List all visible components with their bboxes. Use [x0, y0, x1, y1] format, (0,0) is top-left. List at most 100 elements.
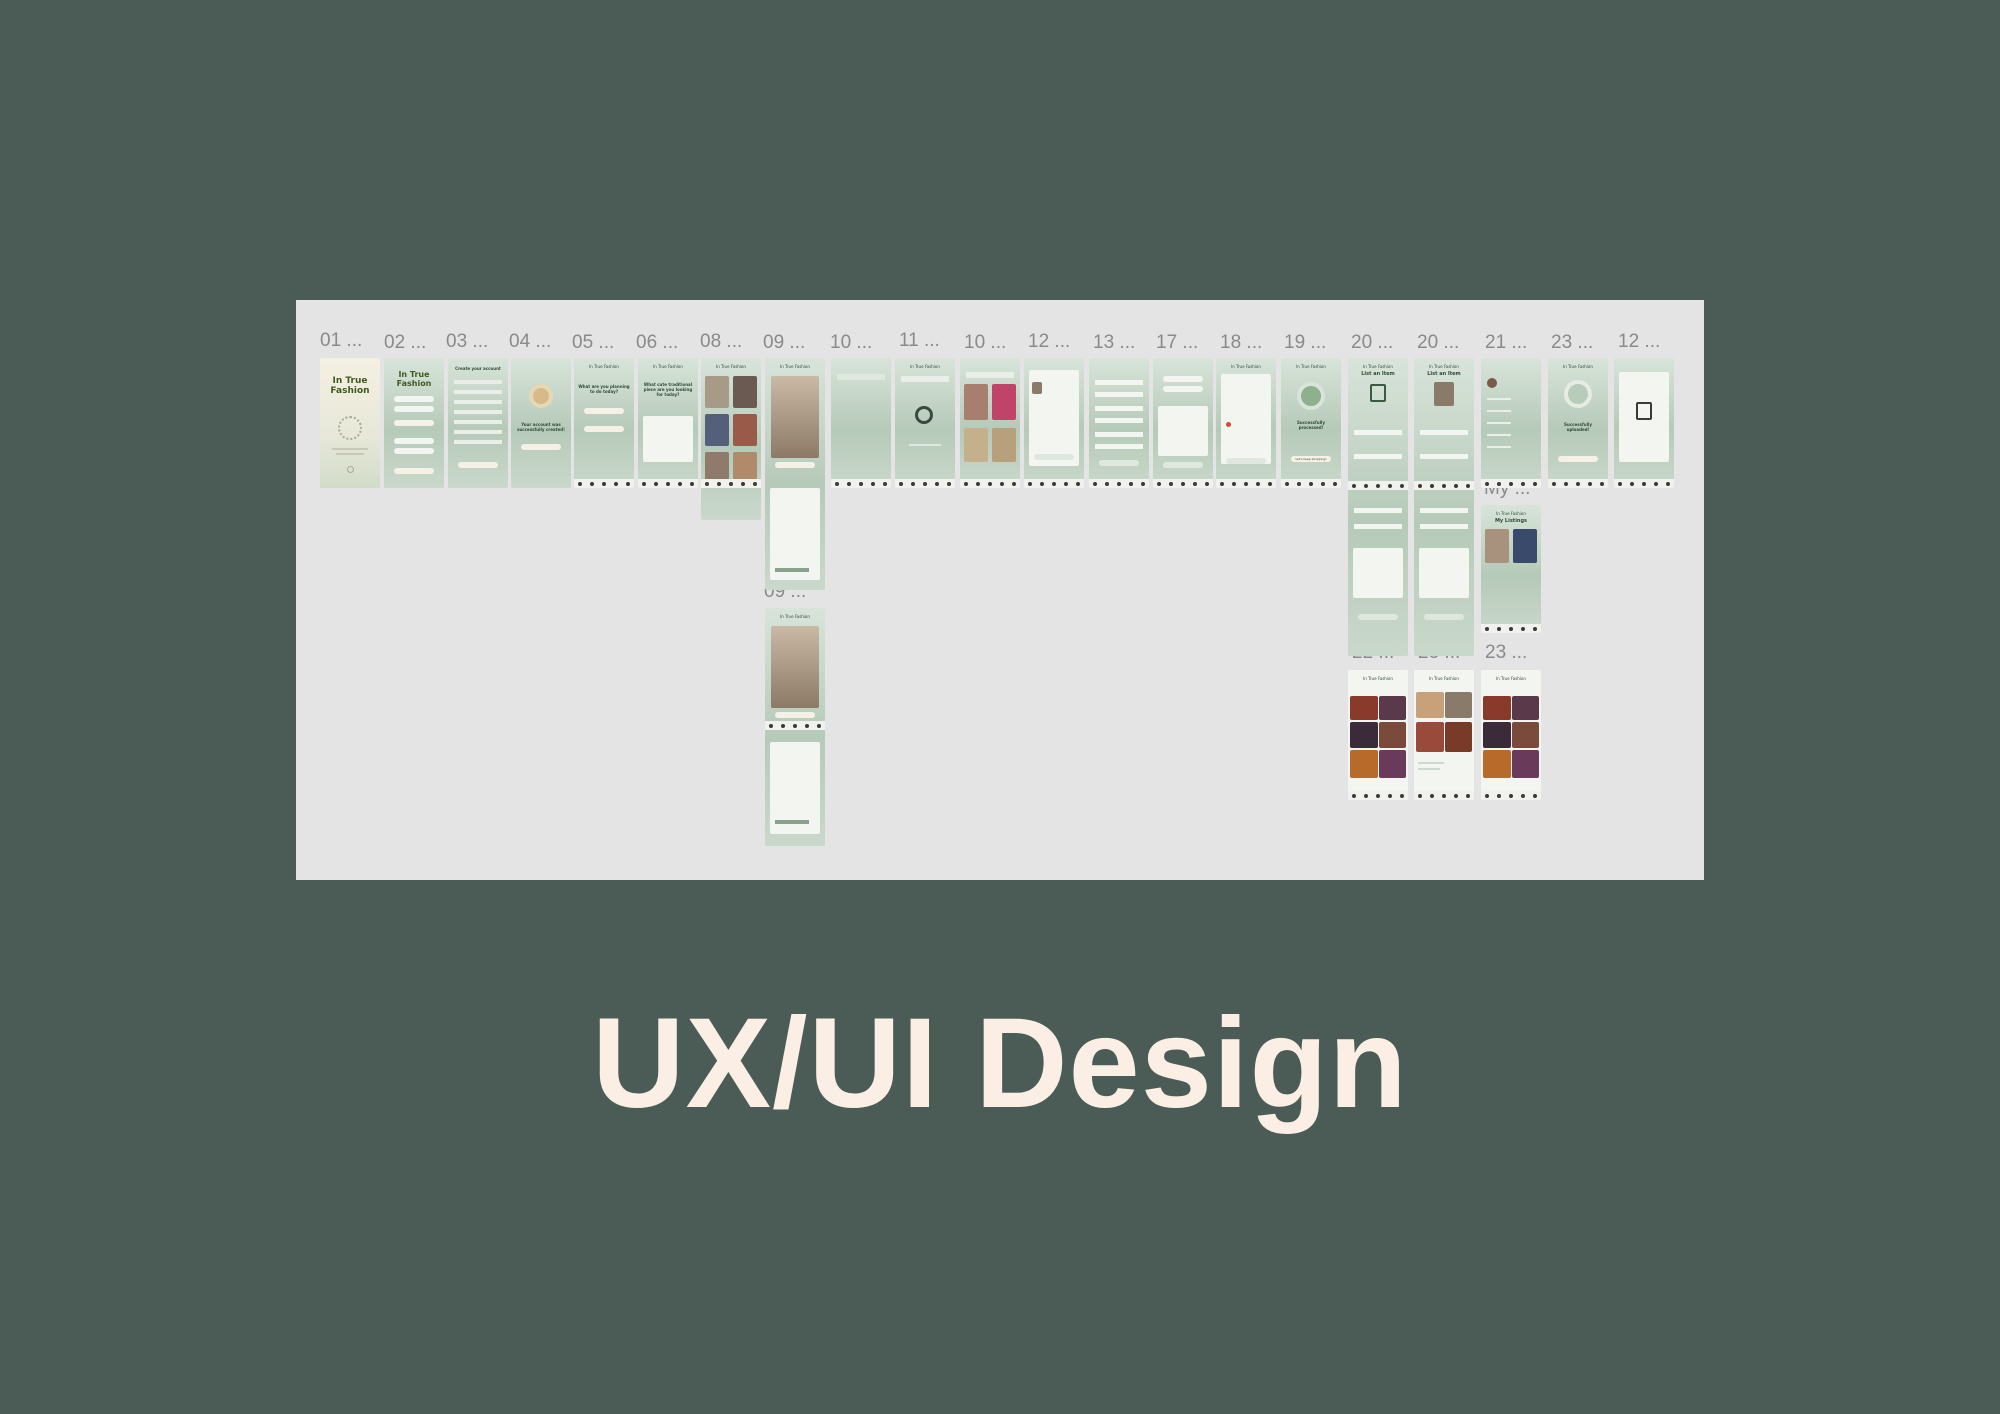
- product-image[interactable]: [733, 452, 757, 480]
- login-button[interactable]: [394, 420, 434, 426]
- gallery-image[interactable]: [1483, 750, 1511, 778]
- frame-upload-success[interactable]: In True Fashion Successfully uploaded!: [1548, 358, 1608, 488]
- frame-list-item-filled[interactable]: In True Fashion List an Item: [1414, 358, 1474, 656]
- product-image[interactable]: [992, 384, 1016, 420]
- google-button[interactable]: [394, 438, 434, 444]
- form-field[interactable]: [1354, 454, 1402, 459]
- form-field[interactable]: [454, 430, 502, 434]
- form-field[interactable]: [454, 410, 502, 414]
- menu-item[interactable]: [1487, 446, 1511, 448]
- gallery-image[interactable]: [1512, 722, 1539, 748]
- gallery-image[interactable]: [1379, 696, 1406, 720]
- frame-gallery-third[interactable]: In True Fashion: [1481, 670, 1541, 800]
- gallery-image[interactable]: [1416, 692, 1444, 718]
- sell-option-button[interactable]: [584, 426, 624, 432]
- form-field[interactable]: [1420, 454, 1468, 459]
- bottom-nav[interactable]: [1348, 481, 1408, 490]
- add-to-cart-button[interactable]: [775, 462, 815, 468]
- search-input[interactable]: [966, 372, 1014, 378]
- frame-my-listings[interactable]: In True Fashion My Listings: [1481, 505, 1541, 633]
- form-field[interactable]: [1354, 524, 1402, 529]
- upload-icon[interactable]: [1370, 384, 1386, 402]
- frame-gallery-alt[interactable]: In True Fashion: [1414, 670, 1474, 800]
- frame-account-created[interactable]: Your account was successfully created!: [511, 358, 571, 488]
- form-field[interactable]: [1095, 444, 1143, 449]
- bottom-nav[interactable]: [1414, 791, 1474, 800]
- submit-button[interactable]: [1358, 614, 1398, 620]
- bottom-nav[interactable]: [1153, 479, 1213, 488]
- bottom-nav[interactable]: [1024, 479, 1084, 488]
- form-field[interactable]: [1354, 430, 1402, 435]
- form-field[interactable]: [1095, 380, 1143, 385]
- rating-stars[interactable]: [775, 820, 809, 824]
- gallery-image[interactable]: [1350, 696, 1378, 720]
- form-field[interactable]: [454, 420, 502, 424]
- continue-button[interactable]: [1099, 460, 1139, 466]
- paypal-button[interactable]: [1163, 376, 1203, 382]
- frame-list-item[interactable]: In True Fashion List an Item: [1348, 358, 1408, 656]
- gallery-image[interactable]: [1350, 750, 1378, 778]
- frame-product-detail[interactable]: In True Fashion: [765, 358, 825, 590]
- form-field[interactable]: [1354, 508, 1402, 513]
- form-field[interactable]: [454, 390, 502, 394]
- product-image[interactable]: [733, 376, 757, 408]
- bottom-nav[interactable]: [1481, 791, 1541, 800]
- form-field[interactable]: [1095, 418, 1143, 423]
- create-account-button[interactable]: [394, 468, 434, 474]
- gallery-image[interactable]: [1445, 722, 1472, 752]
- frame-shipping[interactable]: [1089, 358, 1149, 488]
- frame-gallery[interactable]: In True Fashion: [1348, 670, 1408, 800]
- gallery-image[interactable]: [1379, 750, 1406, 778]
- frame-login[interactable]: In True Fashion: [384, 358, 444, 488]
- frame-order-success[interactable]: In True Fashion Successfully processed! …: [1281, 358, 1341, 488]
- menu-item[interactable]: [1487, 398, 1511, 400]
- bottom-nav[interactable]: [1614, 479, 1674, 488]
- product-image[interactable]: [705, 414, 729, 446]
- gallery-image[interactable]: [1512, 750, 1539, 778]
- card-form[interactable]: [1158, 406, 1208, 456]
- frame-product-detail-alt[interactable]: In True Fashion: [765, 608, 825, 846]
- bottom-nav[interactable]: [1548, 479, 1608, 488]
- frame-cart[interactable]: [1024, 358, 1084, 488]
- product-image[interactable]: [964, 384, 988, 420]
- facebook-button[interactable]: [394, 448, 434, 454]
- bottom-nav[interactable]: [1216, 479, 1276, 488]
- frame-search-results[interactable]: [960, 358, 1020, 488]
- product-image[interactable]: [964, 428, 988, 462]
- form-field[interactable]: [454, 440, 502, 444]
- gallery-image[interactable]: [1483, 696, 1511, 720]
- create-button[interactable]: [458, 462, 498, 468]
- bottom-nav[interactable]: [1348, 791, 1408, 800]
- product-image[interactable]: [992, 428, 1016, 462]
- form-field[interactable]: [1420, 430, 1468, 435]
- frame-search[interactable]: [831, 358, 891, 488]
- email-field[interactable]: [394, 396, 434, 402]
- gallery-image[interactable]: [1379, 722, 1406, 748]
- product-image[interactable]: [733, 414, 757, 446]
- bottom-nav[interactable]: [1414, 481, 1474, 490]
- form-field[interactable]: [1420, 508, 1468, 513]
- gallery-image[interactable]: [1350, 722, 1378, 748]
- password-field[interactable]: [394, 406, 434, 412]
- product-image[interactable]: [705, 376, 729, 408]
- frame-review[interactable]: In True Fashion: [1216, 358, 1276, 488]
- frame-empty-listing[interactable]: [1614, 358, 1674, 488]
- bottom-nav[interactable]: [574, 479, 634, 488]
- frame-planning[interactable]: In True Fashion What are you planning to…: [574, 358, 634, 488]
- continue-button[interactable]: [1558, 456, 1598, 462]
- menu-item[interactable]: [1487, 422, 1511, 424]
- form-field[interactable]: [454, 400, 502, 404]
- rating-stars[interactable]: [775, 568, 809, 572]
- bottom-nav[interactable]: [638, 479, 698, 488]
- apple-pay-button[interactable]: [1163, 386, 1203, 392]
- frame-category[interactable]: In True Fashion What cute traditional pi…: [638, 358, 698, 488]
- pay-button[interactable]: [1163, 462, 1203, 468]
- form-field[interactable]: [1095, 432, 1143, 437]
- keep-shopping-button[interactable]: Let's keep shopping!: [1291, 456, 1331, 462]
- quality-card[interactable]: [1419, 548, 1469, 598]
- listing-image[interactable]: [1485, 529, 1509, 563]
- search-input[interactable]: [837, 374, 885, 380]
- frame-search-empty[interactable]: In True Fashion: [895, 358, 955, 488]
- frame-payment[interactable]: [1153, 358, 1213, 488]
- product-image[interactable]: [705, 452, 729, 480]
